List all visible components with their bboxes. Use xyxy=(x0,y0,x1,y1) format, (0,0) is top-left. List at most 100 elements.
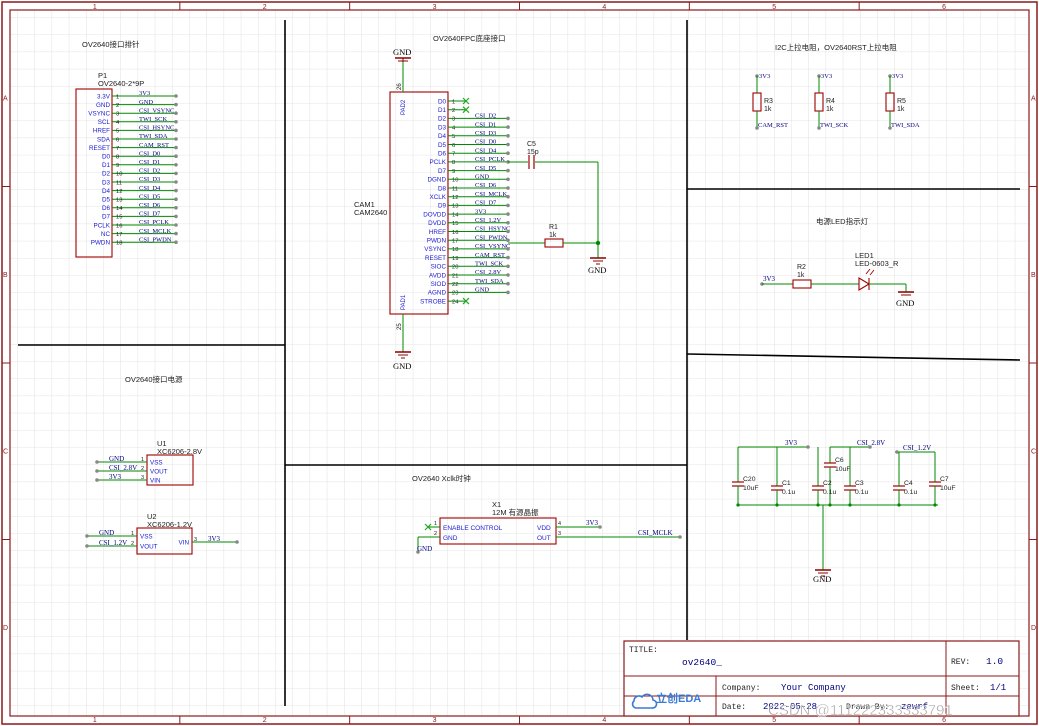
cam1-pad1-label: PAD1 xyxy=(401,294,407,310)
r2-value: 1k xyxy=(797,272,805,279)
cam1-pin-name: DOVDD xyxy=(423,211,446,218)
r2-ref: R2 xyxy=(797,264,806,271)
p1-pin-name: 3.3V xyxy=(97,93,111,100)
u1-pin-name: VIN xyxy=(150,477,161,484)
cam1-net-label: CSI_D5 xyxy=(475,165,496,172)
p1-value: OV2640-2*9P xyxy=(98,79,144,88)
svg-text:1: 1 xyxy=(434,521,437,527)
u1-net-label: GND xyxy=(109,455,124,463)
cam1-net-label: CSI_VSYNC xyxy=(475,243,510,250)
cam1-pin-name: D9 xyxy=(438,203,447,210)
p1-pin-number: 2 xyxy=(116,103,119,109)
rail-label-1v2: CSI_1.2V xyxy=(903,444,931,452)
cam1-pad1-num: 25 xyxy=(397,323,403,330)
cap-value: 0.1u xyxy=(823,489,836,496)
cap-ref: C3 xyxy=(855,480,864,487)
pullup-net-label: CAM_RST xyxy=(758,122,788,129)
border-col-label-bottom: 2 xyxy=(263,717,267,724)
p1-net-label: CSI_D2 xyxy=(139,168,160,175)
x1-pin-enable: ENABLE CONTROL xyxy=(443,525,503,532)
csdn-watermark: CSDN @111222333333791 xyxy=(768,702,953,719)
border-row-label-right: B xyxy=(1031,272,1036,279)
u2-net-label: GND xyxy=(99,529,114,537)
pullup-rail-label: 3V3 xyxy=(892,73,903,80)
cam1-net-label: CSI_HSYNC xyxy=(475,226,510,233)
p1-pin-name: SCL xyxy=(98,119,111,126)
cam1-value: CAM2640 xyxy=(354,208,387,217)
gnd-label-top: GND xyxy=(393,47,411,57)
svg-text:2: 2 xyxy=(434,531,437,537)
cam1-pin-name: D3 xyxy=(438,124,447,131)
schematic-sheet: 112233445566A AB BC CD D OV2640接口排针 OV2640FP… xyxy=(1,1,1038,725)
svg-text:4: 4 xyxy=(558,521,561,527)
p1-net-label: CAM_RST xyxy=(139,142,169,149)
cap-ref: C20 xyxy=(743,476,756,483)
border-row-label-left: B xyxy=(3,272,8,279)
cam1-pin-name: PCLK xyxy=(430,159,447,166)
u2-net-label: CSI_1.2V xyxy=(99,539,127,547)
cam1-pin-number: 23 xyxy=(452,291,458,297)
cam1-pin-number: 24 xyxy=(452,299,459,305)
p1-net-label: CSI_D0 xyxy=(139,150,160,157)
cam1-net-label: CSI_1.2V xyxy=(475,217,501,224)
gnd-label-caps: GND xyxy=(813,574,831,584)
x1-pin-out: OUT xyxy=(537,535,551,542)
x1-gnd-net: GND xyxy=(417,545,432,553)
border-row-label-right: A xyxy=(1031,95,1036,102)
p1-net-label: CSI_D6 xyxy=(139,202,161,209)
section-title-power: OV2640接口电源 xyxy=(125,374,183,384)
p1-pin-name: PWDN xyxy=(91,240,111,247)
u2-pin-name: VSS xyxy=(140,533,153,540)
pullup-ref: R5 xyxy=(897,98,906,105)
u2-pin-name: VOUT xyxy=(140,543,158,550)
cap-ref: C4 xyxy=(904,480,913,487)
p1-pin-name: D0 xyxy=(102,154,111,161)
cam1-net-label: CSI_D6 xyxy=(475,182,497,189)
cap-value: 10uF xyxy=(940,485,956,492)
cam1-pin-name: STROBE xyxy=(420,298,446,305)
cam1-net-label: CSI_2.8V xyxy=(475,269,501,276)
border-col-label-top: 6 xyxy=(942,4,946,11)
cam1-net-label: CSI_MCLK xyxy=(475,191,507,198)
cam1-net-label: CSI_PCLK xyxy=(475,156,505,163)
p1-pin-number: 9 xyxy=(116,163,119,169)
p1-pin-name: VSYNC xyxy=(88,111,110,118)
cam1-pin-name: D5 xyxy=(438,142,447,149)
cam1-pin-number: 13 xyxy=(452,204,458,210)
p1-pin-name: GND xyxy=(96,102,110,109)
cam1-pin-name: SIOC xyxy=(431,264,447,271)
p1-net-label: CSI_D3 xyxy=(139,176,160,183)
pullup-net-label: TWI_SCK xyxy=(820,122,848,129)
cam1-net-label: CSI_D3 xyxy=(475,130,496,137)
p1-net-label: CSI_VSYNC xyxy=(139,107,174,114)
cam1-pin-number: 5 xyxy=(452,134,455,140)
p1-pin-number: 6 xyxy=(116,137,119,143)
section-title-xclk: OV2640 Xclk时钟 xyxy=(412,473,471,483)
p1-net-label: CSI_D4 xyxy=(139,185,161,192)
border-col-label-top: 4 xyxy=(602,4,606,11)
p1-net-label: TWI_SCK xyxy=(139,116,167,123)
p1-pin-number: 3 xyxy=(116,112,119,118)
p1-pin-name: D1 xyxy=(102,162,111,169)
cap-ref: C6 xyxy=(835,457,844,464)
cam1-pin-name: D6 xyxy=(438,151,447,158)
cam1-pin-number: 22 xyxy=(452,282,458,288)
cam1-pin-number: 8 xyxy=(452,160,455,166)
cap-value: 0.1u xyxy=(855,489,868,496)
cam1-pin-number: 12 xyxy=(452,195,458,201)
cam1-net-label: 3V3 xyxy=(475,208,486,215)
cam1-pin-name: AGND xyxy=(428,290,447,297)
p1-pin-name: HREF xyxy=(93,128,110,135)
title-value: ov2640_ xyxy=(682,657,722,668)
cam1-pin-name: DGND xyxy=(427,177,446,184)
pullup-value: 1k xyxy=(764,106,772,113)
p1-pin-number: 8 xyxy=(116,155,119,161)
p1-pin-number: 10 xyxy=(116,172,122,178)
p1-pin-number: 1 xyxy=(116,94,119,100)
border-col-label-top: 2 xyxy=(263,4,267,11)
cam1-pin-name: D8 xyxy=(438,185,447,192)
section-title-i2c: I2C上拉电阻，OV2640RST上拉电阻 xyxy=(775,42,897,52)
cam1-pin-number: 14 xyxy=(452,212,459,218)
u1-net-label: 3V3 xyxy=(109,473,122,481)
p1-pin-number: 15 xyxy=(116,215,122,221)
